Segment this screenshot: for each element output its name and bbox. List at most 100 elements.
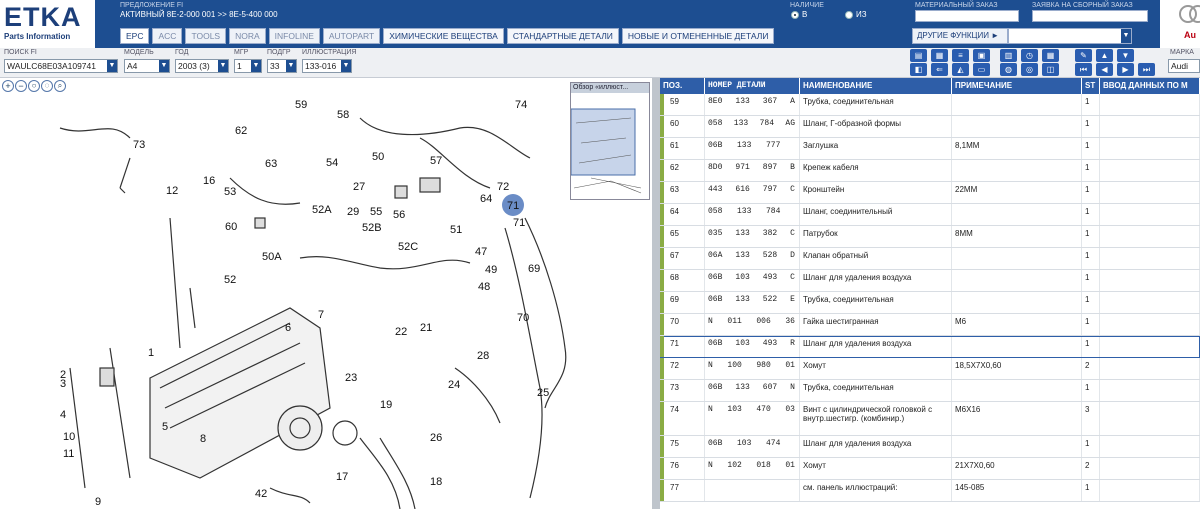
grid-button[interactable]: ▦ (1042, 49, 1059, 62)
data-entry-cell[interactable] (1100, 402, 1200, 435)
table-row[interactable]: 73 06B 133 607 N Трубка, соединительная 1 (660, 380, 1200, 402)
callout-label[interactable]: 8 (200, 433, 206, 445)
year-select[interactable]: 2003 (3) ▼ (175, 59, 229, 73)
illustration-select[interactable]: 133-016 ▼ (302, 59, 352, 73)
table-row[interactable]: 70 N 011 006 36 Гайка шестигранная M6 1 (660, 314, 1200, 336)
callout-label[interactable]: 1 (148, 347, 154, 359)
callout-label[interactable]: 54 (326, 157, 338, 169)
overview-panel[interactable]: Обзор «иллюст... (570, 82, 650, 200)
callout-label[interactable]: 52A (312, 204, 332, 216)
tab-standard-parts[interactable]: СТАНДАРТНЫЕ ДЕТАЛИ (506, 28, 619, 44)
callout-label[interactable]: 64 (480, 193, 492, 205)
callout-label[interactable]: 9 (95, 496, 101, 508)
data-entry-cell[interactable] (1100, 116, 1200, 137)
table-row[interactable]: 62 8D0 971 897 B Крепеж кабеля 1 (660, 160, 1200, 182)
next-icon[interactable]: ▶ (1117, 63, 1134, 76)
data-entry-cell[interactable] (1100, 336, 1200, 357)
parts-illustration[interactable]: + − ○ ◌ ⌕ 59 58 50 57 74 56 55 29 27 72 … (0, 78, 652, 509)
table-row[interactable]: 65 035 133 382 C Патрубок 8MM 1 (660, 226, 1200, 248)
callout-label[interactable]: 4 (60, 409, 66, 421)
data-entry-cell[interactable] (1100, 292, 1200, 313)
callout-label[interactable]: 55 (370, 206, 382, 218)
data-entry-cell[interactable] (1100, 248, 1200, 269)
data-entry-cell[interactable] (1100, 160, 1200, 181)
up-icon[interactable]: ▲ (1096, 49, 1113, 62)
data-entry-cell[interactable] (1100, 94, 1200, 115)
table-row[interactable]: 59 8E0 133 367 A Трубка, соединительная 1 (660, 94, 1200, 116)
other-functions-button[interactable]: ДРУГИЕ ФУНКЦИИ ► (912, 28, 1008, 44)
callout-label[interactable]: 22 (395, 326, 407, 338)
panel-splitter[interactable] (652, 78, 660, 509)
callout-label[interactable]: 72 (497, 181, 509, 193)
callout-71-label[interactable]: 71 (500, 194, 530, 216)
data-entry-cell[interactable] (1100, 314, 1200, 335)
table-row[interactable]: 69 06B 133 522 E Трубка, соединительная 1 (660, 292, 1200, 314)
callout-label[interactable]: 29 (347, 206, 359, 218)
callout-label[interactable]: 42 (255, 488, 267, 500)
data-entry-cell[interactable] (1100, 270, 1200, 291)
callout-label[interactable]: 57 (430, 155, 442, 167)
tool-button-6[interactable]: ◎ (1021, 63, 1038, 76)
callout-label[interactable]: 47 (475, 246, 487, 258)
callout-label[interactable]: 73 (133, 139, 145, 151)
col-note[interactable]: ПРИМЕЧАНИЕ (952, 78, 1082, 94)
data-entry-cell[interactable] (1100, 226, 1200, 247)
data-entry-cell[interactable] (1100, 138, 1200, 159)
callout-label[interactable]: 74 (515, 99, 527, 111)
callout-label[interactable]: 10 (63, 431, 75, 443)
callout-label[interactable]: 63 (265, 158, 277, 170)
tool-button-1[interactable]: ◧ (910, 63, 927, 76)
radio-b[interactable] (791, 11, 799, 19)
callout-label[interactable]: 71 (513, 217, 525, 229)
callout-label[interactable]: 62 (235, 125, 247, 137)
callout-label[interactable]: 18 (430, 476, 442, 488)
mgr-select[interactable]: 1 ▼ (234, 59, 262, 73)
pin-icon[interactable]: ✎ (1075, 49, 1092, 62)
tab-new-cancelled-parts[interactable]: НОВЫЕ И ОТМЕНЕННЫЕ ДЕТАЛИ (621, 28, 775, 44)
callout-label[interactable]: 17 (336, 471, 348, 483)
tab-nora[interactable]: NORA (229, 28, 266, 44)
callout-label[interactable]: 24 (448, 379, 460, 391)
callout-label[interactable]: 25 (537, 387, 549, 399)
tool-button-4[interactable]: ▭ (973, 63, 990, 76)
callout-label[interactable]: 23 (345, 372, 357, 384)
cart-button[interactable]: ▦ (931, 49, 948, 62)
clock-button[interactable]: ◷ (1021, 49, 1038, 62)
callout-label[interactable]: 49 (485, 264, 497, 276)
callout-label[interactable]: 52C (398, 241, 418, 253)
print-button[interactable]: ▤ (910, 49, 927, 62)
col-name[interactable]: НАИМЕНОВАНИЕ (800, 78, 952, 94)
table-row[interactable]: 72 N 100 980 01 Хомут 18,5X7X0,60 2 (660, 358, 1200, 380)
model-select[interactable]: A4 ▼ (124, 59, 170, 73)
table-row[interactable]: 67 06A 133 528 D Клапан обратный 1 (660, 248, 1200, 270)
col-part-number[interactable]: НОМЕР ДЕТАЛИ (705, 78, 800, 94)
tool-button-7[interactable]: ◫ (1042, 63, 1059, 76)
table-row[interactable]: 64 058 133 784 Шланг, соединительный 1 (660, 204, 1200, 226)
callout-label[interactable]: 12 (166, 185, 178, 197)
data-entry-cell[interactable] (1100, 436, 1200, 457)
col-st[interactable]: ST (1082, 78, 1100, 94)
brand-select[interactable]: Audi (1168, 59, 1200, 73)
callout-label[interactable]: 28 (477, 350, 489, 362)
callout-label[interactable]: 53 (224, 186, 236, 198)
callout-label[interactable]: 52B (362, 222, 382, 234)
car-icon[interactable]: ◭ (952, 63, 969, 76)
callout-label[interactable]: 26 (430, 432, 442, 444)
callout-label[interactable]: 5 (162, 421, 168, 433)
callout-label[interactable]: 69 (528, 263, 540, 275)
callout-label[interactable]: 50A (262, 251, 282, 263)
doc-button[interactable]: ▥ (1000, 49, 1017, 62)
col-data-entry[interactable]: ВВОД ДАННЫХ ПО М (1100, 78, 1200, 94)
callout-label[interactable]: 6 (285, 322, 291, 334)
subgroup-select[interactable]: 33 ▼ (267, 59, 297, 73)
first-icon[interactable]: ⏮ (1075, 63, 1092, 76)
callout-label[interactable]: 27 (353, 181, 365, 193)
list-button[interactable]: ≡ (952, 49, 969, 62)
radio-iz[interactable] (845, 11, 853, 19)
table-row[interactable]: 60 058 133 784 AG Шланг, Г-образной формы 1 (660, 116, 1200, 138)
table-row[interactable]: 63 443 616 797 C Кронштейн 22MM 1 (660, 182, 1200, 204)
table-row[interactable]: 71 06B 103 493 R Шланг для удаления воздуха 1 (660, 336, 1200, 358)
callout-label[interactable]: 50 (372, 151, 384, 163)
callout-label[interactable]: 52 (224, 274, 236, 286)
assembly-order-field[interactable] (1032, 10, 1148, 22)
